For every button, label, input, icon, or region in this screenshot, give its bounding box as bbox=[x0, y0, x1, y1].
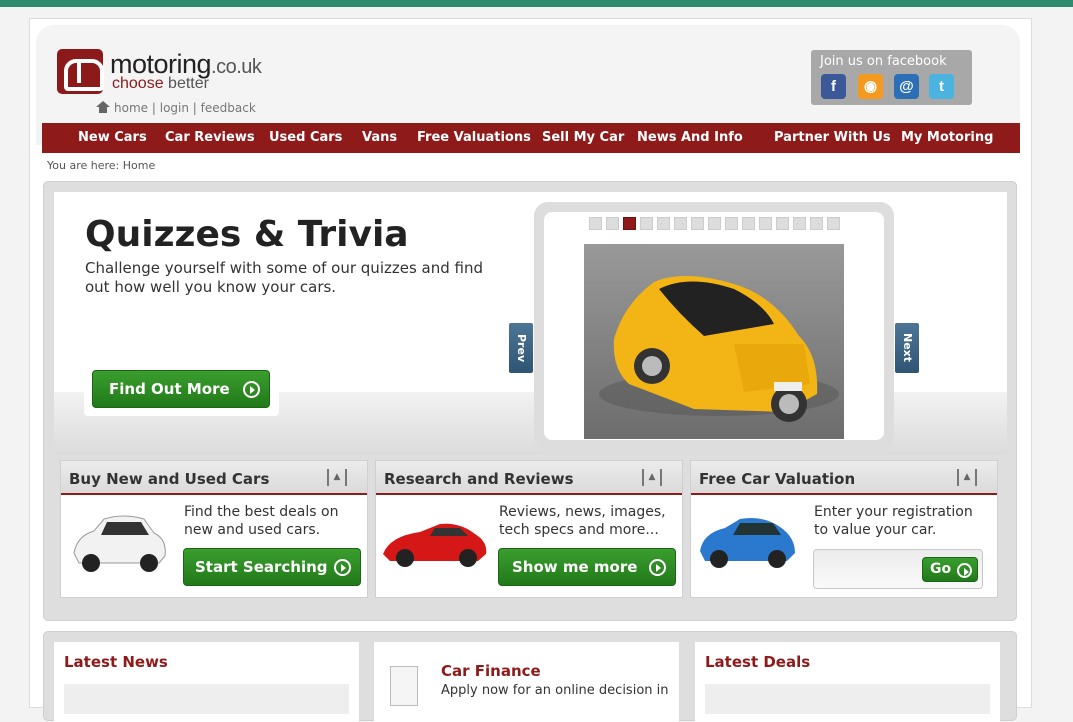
show-me-more-button[interactable]: Show me more bbox=[498, 548, 676, 586]
slide-dot-10[interactable] bbox=[742, 217, 755, 230]
slide-dot-8[interactable] bbox=[708, 217, 721, 230]
latest-news-title: Latest News bbox=[64, 653, 168, 671]
play-icon bbox=[243, 381, 260, 398]
panel-title: Free Car Valuation bbox=[699, 470, 856, 488]
slide-image[interactable] bbox=[584, 244, 844, 439]
image-slider bbox=[534, 202, 894, 450]
hero-text: Challenge yourself with some of our quiz… bbox=[85, 259, 484, 296]
panel-text: Reviews, news, images, tech specs and mo… bbox=[499, 504, 666, 538]
play-icon bbox=[957, 562, 972, 578]
rss-icon[interactable]: ◉ bbox=[858, 74, 883, 99]
find-out-more-button[interactable]: Find Out More bbox=[92, 370, 270, 408]
collapse-icon[interactable]: ▲ bbox=[642, 469, 662, 486]
nav-free-valuations[interactable]: Free Valuations bbox=[417, 130, 531, 145]
login-link[interactable]: login bbox=[160, 101, 189, 115]
latest-news-panel: Latest News bbox=[54, 642, 359, 722]
blue-car-image bbox=[700, 518, 795, 568]
car-finance-panel: Car Finance Apply now for an online deci… bbox=[374, 642, 679, 722]
facebook-icon[interactable]: f bbox=[821, 74, 846, 99]
nav-used-cars[interactable]: Used Cars bbox=[269, 130, 342, 145]
slide-dot-3[interactable] bbox=[623, 217, 636, 230]
panel-research: Research and Reviews ▲ Reviews, news, im… bbox=[375, 460, 683, 598]
slide-dot-7[interactable] bbox=[691, 217, 704, 230]
breadcrumb: You are here: Home bbox=[47, 159, 156, 172]
slide-dot-5[interactable] bbox=[657, 217, 670, 230]
collapse-icon[interactable]: ▲ bbox=[957, 469, 977, 486]
social-box: Join us on facebook f ◉ @ t bbox=[811, 50, 972, 105]
nav-news-and-info[interactable]: News And Info bbox=[637, 130, 743, 145]
nav-car-reviews[interactable]: Car Reviews bbox=[165, 130, 255, 145]
twitter-icon[interactable]: t bbox=[929, 74, 954, 99]
slide-dot-12[interactable] bbox=[776, 217, 789, 230]
main-nav: New Cars Car Reviews Used Cars Vans Free… bbox=[42, 123, 1020, 153]
car-finance-title[interactable]: Car Finance bbox=[441, 662, 541, 680]
panel-title: Buy New and Used Cars bbox=[69, 470, 270, 488]
panel-text: Enter your registration to value your ca… bbox=[814, 504, 973, 538]
panel-buy-cars: Buy New and Used Cars ▲ Find the best de… bbox=[60, 460, 368, 598]
top-accent-bar bbox=[0, 0, 1073, 7]
home-icon bbox=[96, 101, 110, 113]
next-button[interactable]: Next bbox=[895, 323, 919, 373]
lower-section: Latest News Car Finance Apply now for an… bbox=[43, 631, 1017, 722]
collapse-icon[interactable]: ▲ bbox=[327, 469, 347, 486]
panel-valuation: Free Car Valuation ▲ Enter your registra… bbox=[690, 460, 998, 598]
document-icon bbox=[390, 666, 418, 706]
slide-dot-6[interactable] bbox=[674, 217, 687, 230]
mini-car-image bbox=[73, 515, 166, 572]
slide-dot-15[interactable] bbox=[827, 217, 840, 230]
nav-vans[interactable]: Vans bbox=[362, 130, 397, 145]
registration-input[interactable]: Go bbox=[813, 549, 983, 589]
feedback-link[interactable]: feedback bbox=[201, 101, 256, 115]
slide-dot-14[interactable] bbox=[810, 217, 823, 230]
play-icon bbox=[334, 559, 351, 576]
start-searching-button[interactable]: Start Searching bbox=[183, 548, 361, 586]
latest-deals-title: Latest Deals bbox=[705, 653, 811, 671]
hero-section: Quizzes & Trivia Challenge yourself with… bbox=[43, 181, 1017, 621]
go-button[interactable]: Go bbox=[922, 557, 978, 582]
slide-dot-2[interactable] bbox=[606, 217, 619, 230]
top-links: home | login | feedback bbox=[96, 100, 256, 115]
nav-new-cars[interactable]: New Cars bbox=[78, 130, 147, 145]
page-container: motoring.co.uk choose better home | logi… bbox=[29, 18, 1032, 722]
slide-dot-11[interactable] bbox=[759, 217, 772, 230]
slide-dot-1[interactable] bbox=[589, 217, 602, 230]
panel-title: Research and Reviews bbox=[384, 470, 574, 488]
home-link[interactable]: home bbox=[114, 101, 148, 115]
nav-partner-with-us[interactable]: Partner With Us bbox=[774, 130, 891, 145]
prev-button[interactable]: Prev bbox=[509, 323, 533, 373]
email-icon[interactable]: @ bbox=[894, 74, 919, 99]
red-car-image bbox=[383, 523, 487, 567]
hero-banner: Quizzes & Trivia Challenge yourself with… bbox=[54, 192, 1007, 454]
slide-dot-4[interactable] bbox=[640, 217, 653, 230]
nav-sell-my-car[interactable]: Sell My Car bbox=[542, 130, 624, 145]
slide-dot-13[interactable] bbox=[793, 217, 806, 230]
hero-title: Quizzes & Trivia bbox=[85, 214, 409, 255]
nav-my-motoring[interactable]: My Motoring bbox=[901, 130, 993, 145]
logo-tagline: choose better bbox=[112, 75, 209, 92]
latest-deals-panel: Latest Deals bbox=[695, 642, 1000, 722]
panel-text: Find the best deals on new and used cars… bbox=[184, 504, 339, 538]
facebook-prompt[interactable]: Join us on facebook bbox=[820, 54, 947, 69]
logo-icon[interactable] bbox=[57, 49, 104, 94]
slide-dot-9[interactable] bbox=[725, 217, 738, 230]
play-icon bbox=[649, 559, 666, 576]
